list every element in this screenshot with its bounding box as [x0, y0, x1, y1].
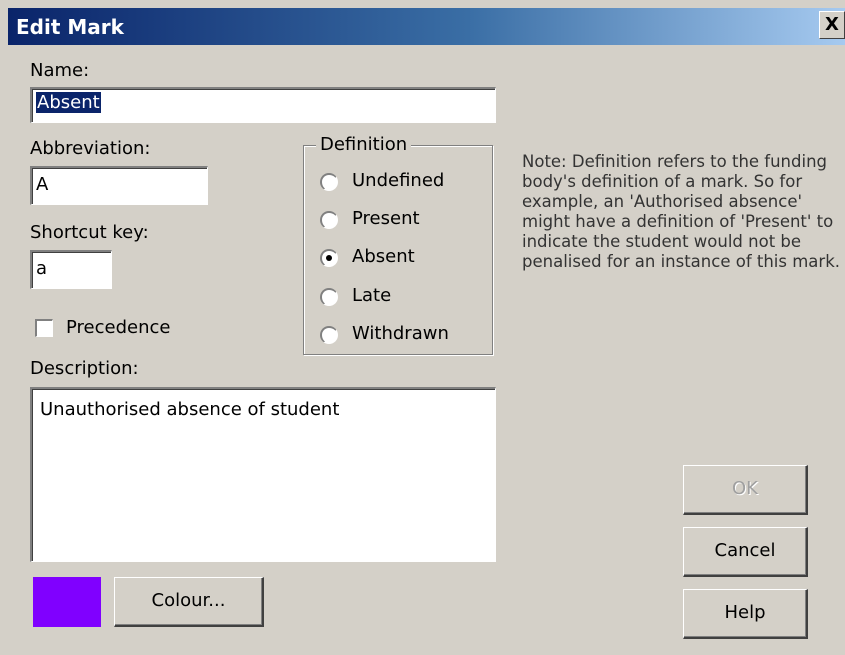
shortcut-input[interactable]: a — [30, 250, 112, 289]
radio-button[interactable] — [320, 211, 338, 229]
colour-swatch — [33, 577, 101, 627]
radio-button[interactable] — [320, 326, 338, 344]
radio-selected-dot — [326, 255, 332, 261]
help-button[interactable]: Help — [683, 589, 808, 639]
description-value: Unauthorised absence of student — [40, 399, 340, 420]
shortcut-label: Shortcut key: — [30, 222, 149, 243]
definition-note: Note: Definition refers to the funding b… — [522, 152, 840, 271]
name-input[interactable]: Absent — [30, 87, 496, 123]
name-label: Name: — [30, 60, 90, 81]
abbreviation-value: A — [36, 174, 49, 195]
shortcut-value: a — [36, 258, 48, 279]
abbreviation-input[interactable]: A — [30, 166, 208, 205]
precedence-checkbox[interactable] — [35, 319, 53, 337]
colour-button[interactable]: Colour... — [114, 577, 264, 627]
definition-legend: Definition — [316, 134, 412, 155]
title-bar: Edit Mark X — [8, 8, 845, 45]
radio-button[interactable] — [320, 173, 338, 191]
definition-group: Definition Undefined Present Absent Late… — [303, 134, 493, 355]
name-value: Absent — [36, 92, 101, 113]
precedence-label: Precedence — [66, 317, 171, 338]
close-button[interactable]: X — [819, 11, 845, 39]
cancel-button[interactable]: Cancel — [683, 527, 808, 577]
description-textarea[interactable]: Unauthorised absence of student — [30, 387, 496, 562]
description-label: Description: — [30, 358, 139, 379]
radio-button[interactable] — [320, 249, 338, 267]
close-icon: X — [825, 14, 839, 35]
radio-button[interactable] — [320, 288, 338, 306]
window-title: Edit Mark — [16, 15, 124, 39]
ok-button[interactable]: OK — [683, 465, 808, 515]
abbreviation-label: Abbreviation: — [30, 138, 151, 159]
